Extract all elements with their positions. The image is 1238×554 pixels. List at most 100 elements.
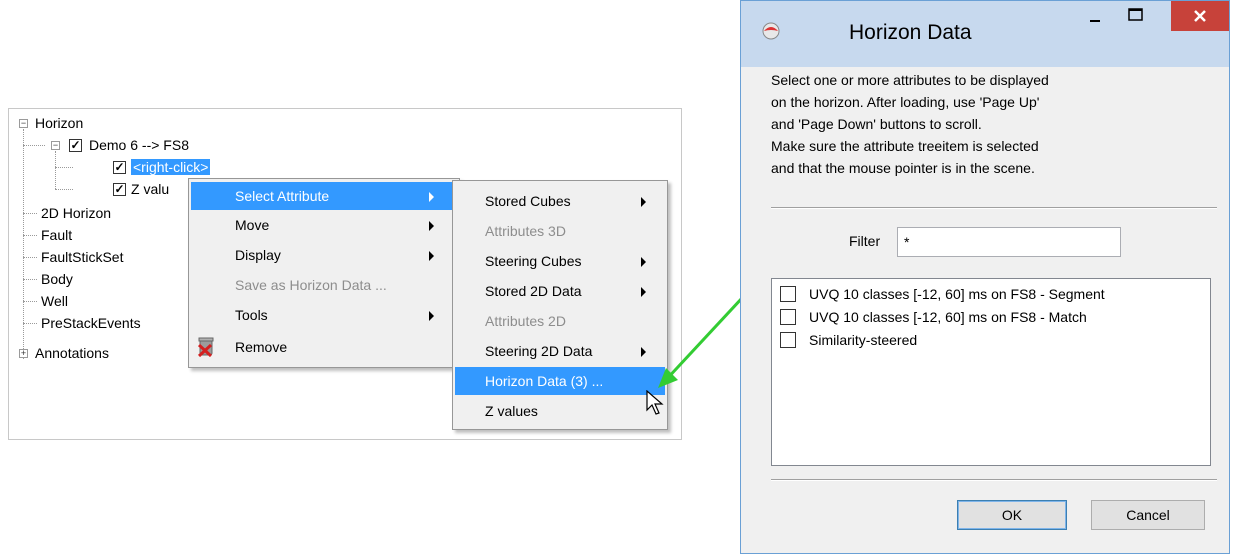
- tree-item-label: Horizon: [35, 115, 84, 131]
- menu-item-label: Attributes 3D: [485, 223, 566, 239]
- tree-item-demo6[interactable]: Demo 6 --> FS8: [89, 135, 189, 155]
- tree-line: [23, 323, 37, 324]
- context-menu: Select Attribute Move Display Save as Ho…: [188, 178, 460, 368]
- tree-checkbox[interactable]: ✓: [113, 183, 126, 196]
- tree-item-label: Annotations: [35, 345, 109, 361]
- info-text-line: Select one or more attributes to be disp…: [771, 72, 1049, 88]
- tree-item-2d-horizon[interactable]: 2D Horizon: [41, 203, 111, 223]
- tree-line: [55, 167, 73, 168]
- submenu-item-horizon-data[interactable]: Horizon Data (3) ...: [455, 367, 665, 395]
- tree-item-label: PreStackEvents: [41, 315, 141, 331]
- tree-line: [55, 151, 56, 189]
- attribute-checkbox[interactable]: [780, 309, 796, 325]
- menu-item-save-as-horizon-data: Save as Horizon Data ...: [191, 271, 457, 299]
- menu-item-label: Attributes 2D: [485, 313, 566, 329]
- menu-item-remove[interactable]: Remove: [191, 333, 457, 361]
- menu-item-label: Save as Horizon Data ...: [235, 277, 387, 293]
- submenu-arrow-icon: [429, 192, 434, 202]
- info-text-line: and that the mouse pointer is in the sce…: [771, 160, 1035, 176]
- tree-line: [23, 213, 37, 214]
- attribute-label: UVQ 10 classes [-12, 60] ms on FS8 - Mat…: [809, 309, 1087, 325]
- tree-line: [23, 235, 37, 236]
- tree-checkbox[interactable]: ✓: [113, 161, 126, 174]
- attribute-list[interactable]: UVQ 10 classes [-12, 60] ms on FS8 - Seg…: [771, 278, 1211, 466]
- tree-item-well[interactable]: Well: [41, 291, 68, 311]
- collapse-toggle-icon[interactable]: −: [51, 141, 60, 150]
- menu-item-label: Tools: [235, 307, 268, 323]
- submenu-arrow-icon: [641, 197, 646, 207]
- submenu-item-steering-2d-data[interactable]: Steering 2D Data: [455, 337, 665, 365]
- ok-button[interactable]: OK: [957, 500, 1067, 530]
- tree-item-annotations[interactable]: Annotations: [35, 343, 109, 363]
- submenu-item-z-values[interactable]: Z values: [455, 397, 665, 425]
- tree-item-z-values[interactable]: Z valu: [131, 179, 169, 199]
- tree-item-attribute-selected[interactable]: <right-click>: [131, 157, 211, 177]
- tree-item-label: Z valu: [131, 181, 170, 197]
- menu-item-label: Z values: [485, 403, 538, 419]
- submenu-arrow-icon: [641, 347, 646, 357]
- attribute-checkbox[interactable]: [780, 286, 796, 302]
- close-icon: [1194, 10, 1206, 22]
- dialog-titlebar[interactable]: Horizon Data: [741, 1, 1229, 67]
- attribute-label: Similarity-steered: [809, 332, 918, 348]
- collapse-toggle-icon[interactable]: −: [19, 119, 28, 128]
- tree-item-label: Fault: [41, 227, 73, 243]
- submenu-item-attributes-3d: Attributes 3D: [455, 217, 665, 245]
- tree-item-prestackevents[interactable]: PreStackEvents: [41, 313, 141, 333]
- tree-item-label: <right-click>: [131, 159, 211, 175]
- tree-line: [23, 279, 37, 280]
- info-text-line: on the horizon. After loading, use 'Page…: [771, 94, 1040, 110]
- tree-item-faultstickset[interactable]: FaultStickSet: [41, 247, 123, 267]
- menu-item-move[interactable]: Move: [191, 211, 457, 239]
- mouse-pointer-icon: [646, 390, 664, 415]
- submenu-arrow-icon: [429, 311, 434, 321]
- menu-item-label: Stored Cubes: [485, 193, 571, 209]
- tree-item-label: 2D Horizon: [41, 205, 112, 221]
- dialog-title: Horizon Data: [849, 21, 972, 44]
- filter-input[interactable]: [897, 227, 1121, 257]
- menu-item-label: Horizon Data (3) ...: [485, 373, 604, 389]
- info-text-line: Make sure the attribute treeitem is sele…: [771, 138, 1039, 154]
- menu-item-label: Steering Cubes: [485, 253, 582, 269]
- menu-item-select-attribute[interactable]: Select Attribute: [191, 182, 457, 210]
- select-attribute-submenu: Stored Cubes Attributes 3D Steering Cube…: [452, 180, 668, 430]
- attribute-checkbox[interactable]: [780, 332, 796, 348]
- separator: [771, 479, 1217, 481]
- menu-item-label: Remove: [235, 339, 288, 355]
- tree-checkbox[interactable]: ✓: [69, 139, 82, 152]
- tree-item-body[interactable]: Body: [41, 269, 73, 289]
- app-logo-icon: [762, 22, 780, 40]
- tree-item-fault[interactable]: Fault: [41, 225, 72, 245]
- expand-toggle-icon[interactable]: +: [19, 349, 28, 358]
- submenu-item-stored-cubes[interactable]: Stored Cubes: [455, 187, 665, 215]
- cancel-button[interactable]: Cancel: [1091, 500, 1205, 530]
- submenu-item-stored-2d-data[interactable]: Stored 2D Data: [455, 277, 665, 305]
- tree-line: [23, 257, 37, 258]
- dialog-body: Select one or more attributes to be disp…: [749, 67, 1221, 547]
- close-button[interactable]: [1171, 1, 1229, 31]
- menu-item-label: Select Attribute: [235, 188, 330, 204]
- submenu-item-steering-cubes[interactable]: Steering Cubes: [455, 247, 665, 275]
- tree-item-label: Body: [41, 271, 73, 287]
- filter-label: Filter: [849, 233, 881, 249]
- menu-item-label: Stored 2D Data: [485, 283, 582, 299]
- menu-item-label: Steering 2D Data: [485, 343, 593, 359]
- tree-item-label: FaultStickSet: [41, 249, 124, 265]
- menu-item-display[interactable]: Display: [191, 241, 457, 269]
- menu-item-label: Move: [235, 217, 270, 233]
- attribute-label: UVQ 10 classes [-12, 60] ms on FS8 - Seg…: [809, 286, 1105, 302]
- tree-item-label: Demo 6 --> FS8: [89, 137, 189, 153]
- menu-item-label: Display: [235, 247, 281, 263]
- submenu-arrow-icon: [641, 287, 646, 297]
- tree-item-label: Well: [41, 293, 68, 309]
- tree-item-horizon[interactable]: Horizon: [35, 113, 83, 133]
- tree-line: [23, 129, 24, 359]
- menu-item-tools[interactable]: Tools: [191, 301, 457, 329]
- minimize-icon[interactable]: [1081, 1, 1111, 31]
- submenu-arrow-icon: [429, 221, 434, 231]
- tree-line: [23, 301, 37, 302]
- separator: [771, 207, 1217, 209]
- submenu-arrow-icon: [429, 251, 434, 261]
- tree-line: [55, 189, 73, 190]
- maximize-icon[interactable]: [1121, 1, 1151, 31]
